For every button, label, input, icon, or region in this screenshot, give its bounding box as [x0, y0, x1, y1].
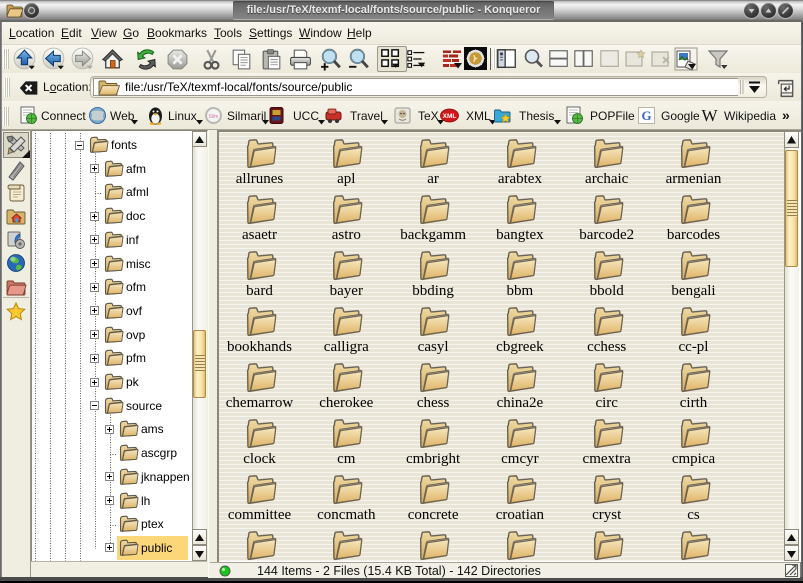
svg-text:Silm: Silm	[209, 114, 219, 120]
svg-text:XML: XML	[443, 113, 457, 120]
svg-text:W: W	[701, 106, 718, 125]
svg-text:G: G	[641, 108, 651, 123]
